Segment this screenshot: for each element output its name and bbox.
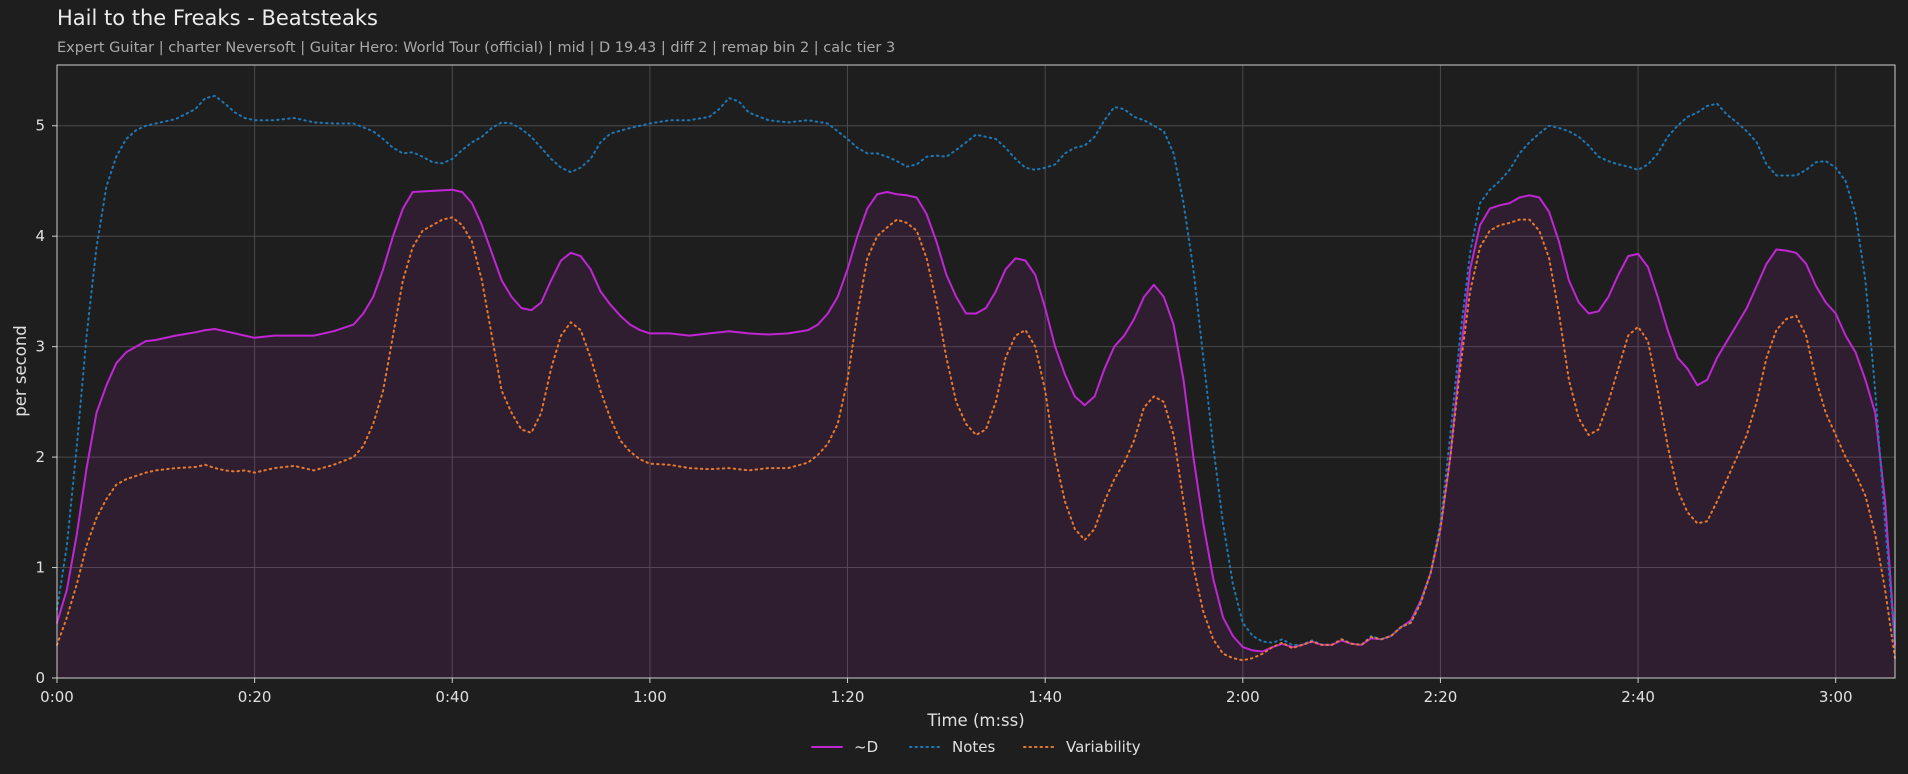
x-tick-label: 1:00 [633, 688, 667, 706]
y-tick-label: 2 [35, 448, 45, 466]
line-chart: 0:00 0:20 0:40 1:00 1:20 1:40 2:00 2:20 2:40 3:00… [11, 64, 1896, 756]
legend-label: Notes [952, 738, 996, 756]
x-tick-label: 2:40 [1621, 688, 1655, 706]
x-tick-label: 2:20 [1424, 688, 1458, 706]
legend-label: Variability [1066, 738, 1141, 756]
y-axis-ticks: 0 1 2 3 4 5 [35, 117, 57, 687]
x-tick-label: 0:20 [238, 688, 272, 706]
y-tick-label: 1 [35, 559, 45, 577]
x-tick-label: 1:40 [1028, 688, 1062, 706]
y-axis-label: per second [11, 325, 30, 417]
legend-label: ~D [854, 738, 878, 756]
x-tick-label: 2:00 [1226, 688, 1260, 706]
x-axis-ticks: 0:00 0:20 0:40 1:00 1:20 1:40 2:00 2:20 2:40 3:00 [40, 678, 1853, 706]
x-tick-label: 1:20 [831, 688, 865, 706]
legend: ~D Notes Variability [811, 738, 1141, 756]
series-fill-d [57, 189, 1895, 679]
x-tick-label: 0:00 [40, 688, 74, 706]
y-tick-label: 5 [35, 117, 45, 135]
y-tick-label: 0 [35, 669, 45, 687]
y-tick-label: 3 [35, 338, 45, 356]
x-tick-label: 3:00 [1819, 688, 1853, 706]
series-fills [57, 189, 1895, 679]
x-tick-label: 0:40 [435, 688, 469, 706]
y-tick-label: 4 [35, 227, 45, 245]
x-axis-label: Time (m:ss) [926, 711, 1024, 730]
